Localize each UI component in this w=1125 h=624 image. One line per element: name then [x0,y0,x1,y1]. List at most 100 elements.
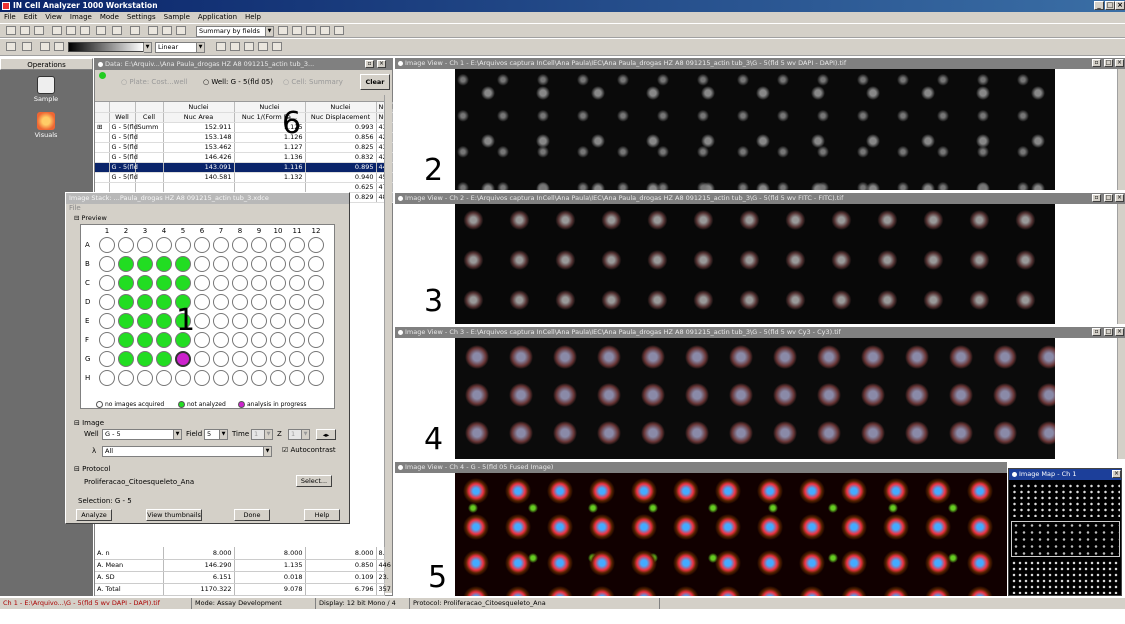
plate-well[interactable] [156,332,172,348]
plate-well[interactable] [270,313,286,329]
plate-well[interactable] [99,332,115,348]
plate-well[interactable] [118,332,134,348]
plate-well[interactable] [175,275,191,291]
plate-well[interactable] [99,256,115,272]
plate-well[interactable] [270,370,286,386]
maximize-button[interactable]: □ [1104,194,1113,202]
layers-icon[interactable] [176,26,186,35]
plate-well[interactable] [156,351,172,367]
gear-icon[interactable] [40,42,50,51]
lut-select[interactable]: Linear ▼ [155,42,205,53]
plate-well[interactable] [194,351,210,367]
plate-well[interactable] [118,275,134,291]
plate-well[interactable] [118,294,134,310]
table-row[interactable]: G - 5(fld146.4261.1360.832428 [95,152,393,163]
plate-well[interactable] [232,351,248,367]
plate-well[interactable] [289,275,305,291]
plate-well[interactable] [194,332,210,348]
maximize-button[interactable]: □ [1104,328,1113,336]
plate-well[interactable] [270,237,286,253]
dapi-image[interactable] [455,69,1055,190]
plate-well[interactable] [99,351,115,367]
plate-well[interactable] [232,313,248,329]
plate-well[interactable] [213,294,229,310]
col-header-nuc-area[interactable]: Nuc Area [163,112,235,123]
plate-well[interactable] [270,351,286,367]
plate-well[interactable] [137,294,153,310]
plate-well[interactable] [118,256,134,272]
plate-well[interactable] [137,275,153,291]
menu-file[interactable]: File [0,13,20,21]
map-tile[interactable] [1011,483,1120,517]
view-thumbnails-button[interactable]: View thumbnails [146,509,202,521]
plate-well[interactable] [118,370,134,386]
restore-button[interactable]: ▫ [1092,328,1101,336]
plate-well[interactable] [270,294,286,310]
measure-icon[interactable] [230,42,240,51]
data-restore-button[interactable]: ▫ [365,60,374,68]
plate-well[interactable] [251,332,267,348]
table-row[interactable]: G - 5(fld153.4621.1270.825431 [95,142,393,153]
plate-well[interactable] [232,370,248,386]
plate-well[interactable] [232,294,248,310]
plate-well[interactable] [270,275,286,291]
data-vertical-scrollbar[interactable] [384,95,392,593]
cut-icon[interactable] [52,26,62,35]
plate-well[interactable] [156,237,172,253]
table-row[interactable]: G - 5(fld153.1481.1260.856421 [95,132,393,143]
plate-well[interactable] [99,237,115,253]
menu-view[interactable]: View [41,13,66,21]
help-icon[interactable] [130,26,140,35]
plate-well[interactable] [175,237,191,253]
plate-well[interactable] [308,275,324,291]
menu-settings[interactable]: Settings [123,13,160,21]
scatter-icon[interactable] [334,26,344,35]
plate-well[interactable] [289,351,305,367]
plate-well[interactable] [137,332,153,348]
table-row[interactable]: G - 5(fld143.0911.1160.895445 [95,162,393,173]
z-stepper[interactable]: ◂▸ [316,429,336,440]
zoom-icon[interactable] [6,42,16,51]
plate-well[interactable] [232,275,248,291]
plate-well[interactable] [99,313,115,329]
plate-well[interactable] [289,294,305,310]
plate-well[interactable] [289,313,305,329]
done-button[interactable]: Done [234,509,270,521]
maximize-button[interactable]: □ [1104,59,1113,67]
plate-well[interactable] [308,294,324,310]
open-icon[interactable] [20,26,30,35]
plate-well[interactable] [289,370,305,386]
export-icon[interactable] [272,42,282,51]
close-button[interactable]: × [1115,328,1124,336]
scrollbar[interactable] [1117,204,1125,324]
plate-well[interactable] [175,370,191,386]
minimize-button[interactable]: _ [1094,1,1104,10]
restore-button[interactable]: ▫ [1092,194,1101,202]
plate-well[interactable] [251,370,267,386]
plate-well[interactable] [194,370,210,386]
well-select[interactable]: G - 5 ▼ [102,429,182,440]
plate-well[interactable] [251,256,267,272]
plate-well[interactable] [99,275,115,291]
plate-well[interactable] [156,275,172,291]
operation-sample[interactable]: Sample [26,76,66,103]
plate-well[interactable] [137,256,153,272]
contrast-gradient[interactable] [68,42,144,52]
close-button[interactable]: × [1115,59,1124,67]
plate-well[interactable] [118,351,134,367]
lambda-select[interactable]: All ▼ [102,446,272,457]
operation-visuals[interactable]: Visuals [26,112,66,139]
plate-well[interactable] [194,294,210,310]
plate-well[interactable] [194,237,210,253]
plate-well[interactable] [137,313,153,329]
time-select[interactable]: 1 ▼ [251,429,273,440]
preview-icon[interactable] [96,26,106,35]
plate-well[interactable] [251,294,267,310]
plate-well[interactable] [213,370,229,386]
plate-well[interactable] [232,256,248,272]
plate-well[interactable] [99,370,115,386]
plate-well[interactable] [213,256,229,272]
paste-icon[interactable] [80,26,90,35]
menu-image[interactable]: Image [66,13,96,21]
print-icon[interactable] [112,26,122,35]
